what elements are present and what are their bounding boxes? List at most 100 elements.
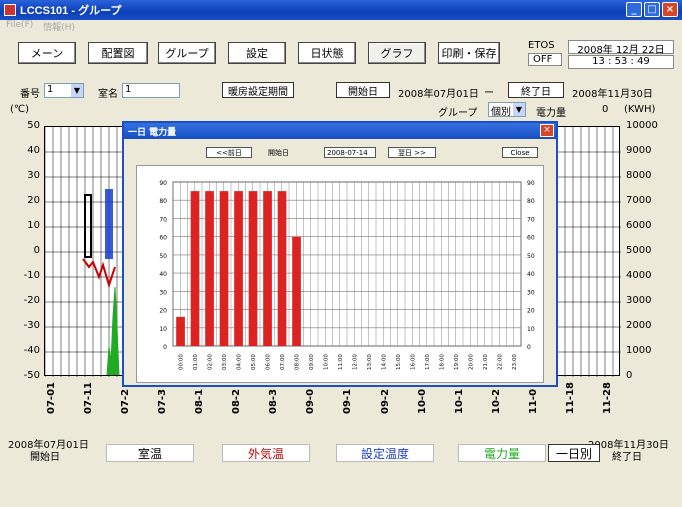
right-axis-tick: 2000 [626, 320, 652, 331]
number-value: 1 [47, 84, 54, 95]
left-axis-tick: 0 [33, 245, 40, 256]
date-range-dash: ー [484, 88, 494, 99]
x-tick-label: 01:00 [193, 354, 199, 370]
x-tick-label: 18:00 [439, 354, 445, 370]
right-axis-tick: 4000 [626, 270, 652, 281]
minimize-button[interactable]: _ [626, 2, 642, 17]
x-tick-label: 16:00 [410, 354, 416, 370]
x-tick-label: 06:00 [265, 354, 271, 370]
etos-status: OFF [528, 53, 562, 66]
y-tick-label-right: 0 [527, 344, 531, 351]
y-tick-label: 0 [163, 344, 167, 351]
outside-temp-line [82, 258, 116, 289]
x-axis-tick: 09-0 [305, 388, 317, 414]
x-tick-label: 08:00 [294, 354, 300, 370]
app-icon [4, 4, 16, 16]
power-value: 0 [602, 104, 609, 115]
toolbar: メーン 配置図 グループ 設定 日状態 グラフ 印刷・保存 ETOS OFF 2… [0, 38, 682, 70]
main-button[interactable]: メーン [18, 42, 76, 64]
dialog-close-icon[interactable]: × [540, 124, 554, 137]
group-button[interactable]: グループ [158, 42, 216, 64]
x-tick-label: 14:00 [381, 354, 387, 370]
prev-day-button[interactable]: <<前日 [206, 147, 252, 158]
power-unit: (KWH) [624, 104, 656, 115]
start-date-button[interactable]: 開始日 [336, 82, 390, 98]
x-axis-tick: 08-1 [194, 388, 206, 414]
power-bar [277, 191, 287, 346]
x-axis-tick: 07-11 [83, 382, 95, 414]
legend-outside-temp[interactable]: 外気温 [222, 444, 310, 462]
group-select[interactable]: 個別 ▼ [488, 102, 526, 118]
number-select[interactable]: 1 ▼ [44, 83, 84, 98]
y-tick-label-right: 60 [527, 235, 535, 242]
right-axis-tick: 5000 [626, 245, 652, 256]
y-tick-label: 60 [159, 235, 167, 242]
x-axis-tick: 11-28 [601, 382, 613, 414]
x-axis-tick: 08-3 [268, 388, 280, 414]
legend-set-temp[interactable]: 設定温度 [336, 444, 434, 462]
y-tick-label-right: 10 [527, 326, 535, 333]
x-axis-tick: 10-1 [453, 388, 465, 414]
right-axis-tick: 7000 [626, 195, 652, 206]
menu-file[interactable]: File(F) [6, 20, 33, 34]
close-button[interactable]: × [662, 2, 678, 17]
date-select[interactable]: 2008-07-14 [324, 147, 376, 158]
left-axis-tick: -40 [23, 345, 40, 356]
left-axis-tick: 40 [27, 145, 40, 156]
power-bar [176, 316, 185, 346]
left-axis-tick: 10 [27, 220, 40, 231]
daily-button[interactable]: 一日別 [548, 444, 600, 462]
next-day-button[interactable]: 翌日 >> [388, 147, 436, 158]
graph-button[interactable]: グラフ [368, 42, 426, 64]
heating-period-button[interactable]: 暖房設定期間 [222, 82, 294, 98]
hourly-power-chart: 0 0 10 10 20 20 30 30 40 40 50 50 60 60 70 70 80 80 90 90 00… [136, 165, 544, 383]
right-axis-tick: 8000 [626, 170, 652, 181]
x-tick-label: 19:00 [454, 354, 460, 370]
menu-info[interactable]: 情報(H) [43, 20, 75, 34]
left-axis-tick: 50 [27, 120, 40, 131]
x-tick-label: 15:00 [396, 354, 402, 370]
hourly-power-svg: 0 0 10 10 20 20 30 30 40 40 50 50 60 60 70 70 80 80 90 90 00… [159, 180, 535, 370]
chevron-down-icon: ▼ [71, 84, 83, 97]
x-axis-tick: 07-01 [46, 382, 57, 414]
room-temp-line [84, 194, 92, 258]
right-axis-tick: 0 [626, 370, 633, 381]
y-tick-label: 50 [159, 253, 167, 260]
x-axis-tick: 09-1 [342, 388, 354, 414]
room-label: 室名 [98, 89, 118, 100]
left-axis-tick: 20 [27, 195, 40, 206]
power-label: 電力量 [536, 108, 566, 119]
legend-power[interactable]: 電力量 [458, 444, 546, 462]
room-field[interactable]: 1 [122, 83, 180, 98]
daily-status-button[interactable]: 日状態 [298, 42, 356, 64]
left-axis-tick: -30 [23, 320, 40, 331]
y-tick-label: 20 [159, 308, 167, 315]
settings-button[interactable]: 設定 [228, 42, 286, 64]
day-label: 開始日 [268, 149, 289, 157]
x-axis-tick: 07-2 [120, 388, 132, 414]
number-label: 番号 [20, 89, 40, 100]
power-bar [205, 191, 214, 346]
x-tick-label: 07:00 [280, 354, 286, 370]
left-axis-tick: -10 [23, 270, 40, 281]
dialog-close-button[interactable]: Close [502, 147, 538, 158]
power-bar [190, 191, 200, 346]
current-date: 2008年 12月 22日 [568, 40, 674, 56]
layout-button[interactable]: 配置図 [88, 42, 148, 64]
right-axis-tick: 6000 [626, 220, 652, 231]
bottom-start-label: 開始日 [30, 452, 60, 463]
chevron-down-icon: ▼ [513, 103, 525, 116]
y-tick-label: 30 [159, 289, 167, 296]
power-bar [248, 191, 258, 346]
window-title: LCCS101 - グループ [20, 5, 122, 17]
end-date-button[interactable]: 終了日 [508, 82, 564, 98]
x-tick-label: 05:00 [251, 354, 257, 370]
x-tick-label: 02:00 [207, 354, 213, 370]
print-save-button[interactable]: 印刷・保存 [438, 42, 500, 64]
legend-room-temp[interactable]: 室温 [106, 444, 194, 462]
daily-power-dialog: 一日 電力量 × <<前日 開始日 2008-07-14 翌日 >> Close… [122, 121, 558, 387]
y-tick-label-right: 70 [527, 216, 535, 223]
x-axis-tick: 11-18 [564, 382, 576, 414]
x-axis-tick: 10-0 [416, 388, 428, 414]
maximize-button[interactable]: □ [644, 2, 660, 17]
